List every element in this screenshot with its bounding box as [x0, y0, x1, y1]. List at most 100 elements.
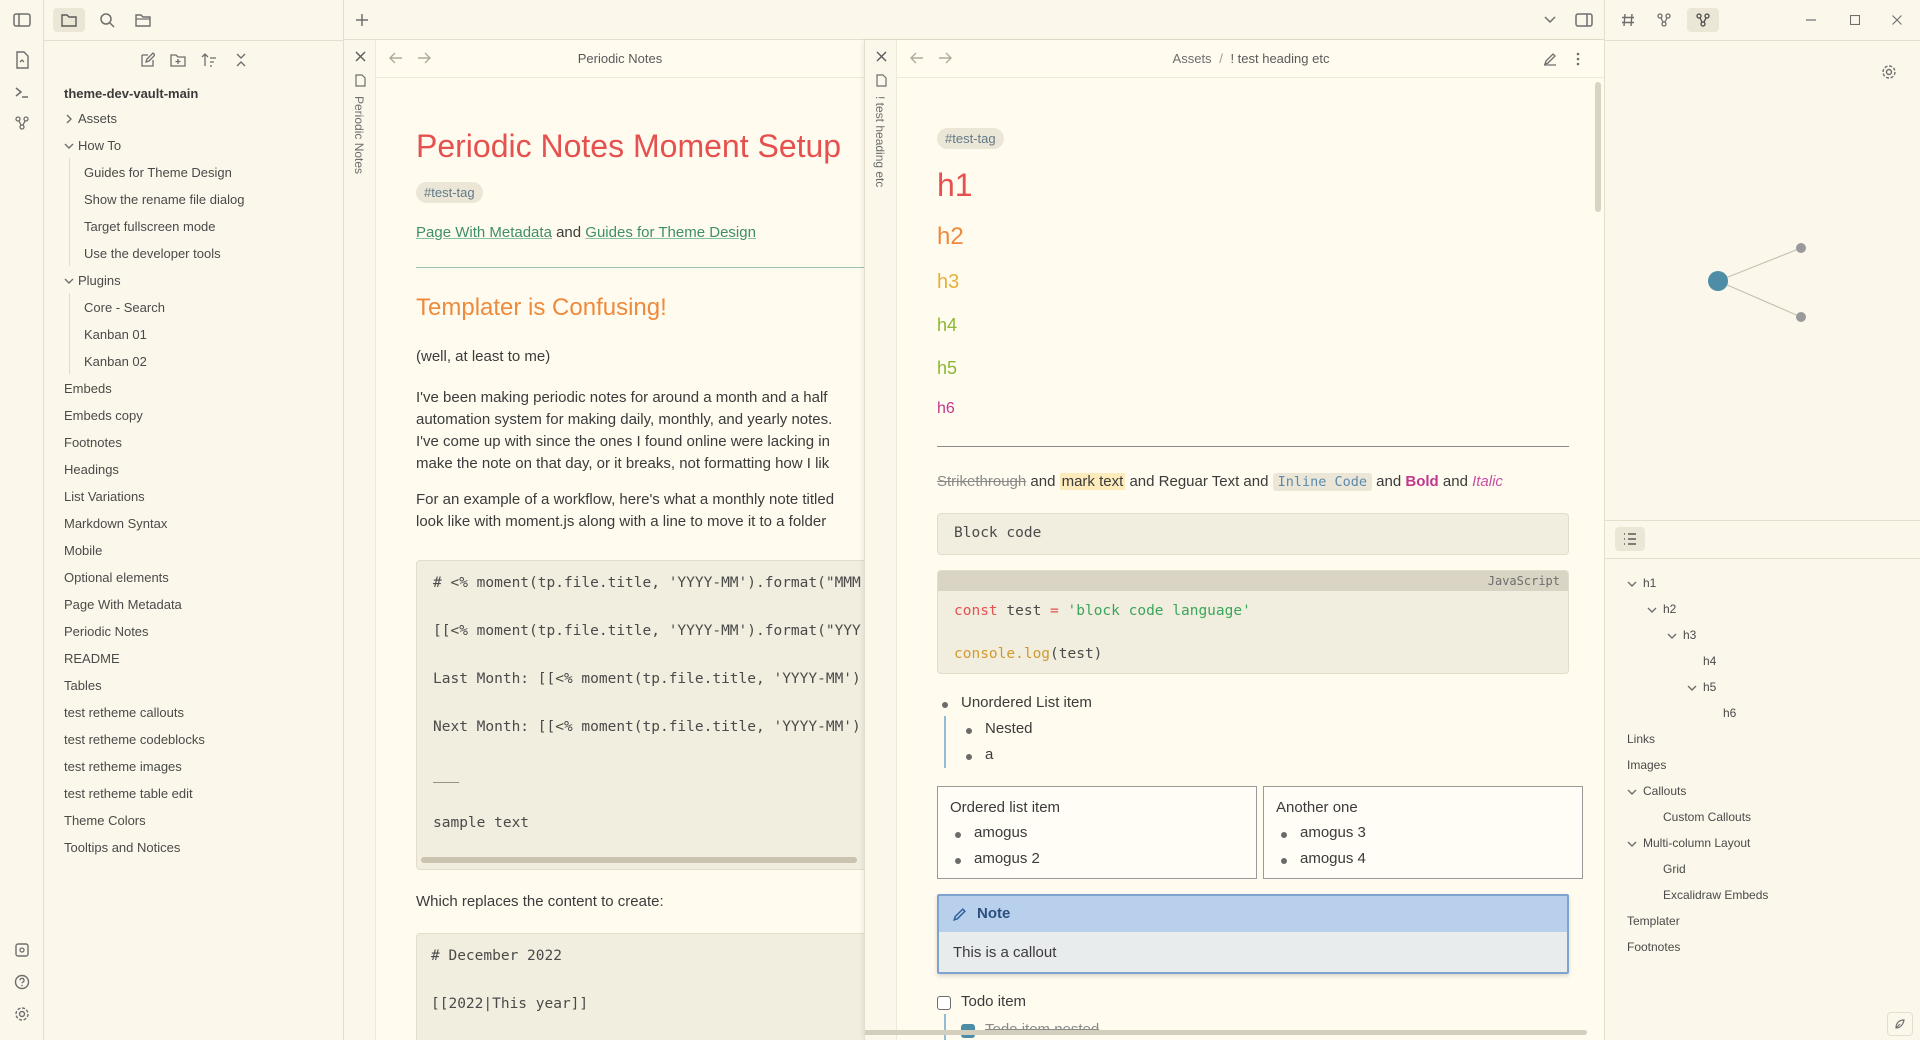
todo-checkbox[interactable] [937, 996, 951, 1010]
tree-file[interactable]: Markdown Syntax [64, 516, 167, 531]
settings-icon[interactable] [11, 1004, 33, 1024]
chevron-down-icon[interactable] [64, 141, 74, 151]
tree-file[interactable]: Page With Metadata [64, 597, 182, 612]
tree-file[interactable]: Headings [64, 462, 119, 477]
tree-file[interactable]: Optional elements [64, 570, 169, 585]
internal-link[interactable]: Guides for Theme Design [585, 224, 756, 241]
outline-item[interactable]: Footnotes [1627, 940, 1680, 954]
more-options-icon[interactable] [1569, 50, 1587, 68]
outline-item[interactable]: h2 [1663, 602, 1676, 616]
chevron-down-icon[interactable] [64, 276, 74, 286]
maximize-window-icon[interactable] [1845, 10, 1865, 30]
tree-file[interactable]: Guides for Theme Design [84, 165, 232, 180]
tree-file[interactable]: Tooltips and Notices [64, 840, 180, 855]
tree-file[interactable]: Mobile [64, 543, 102, 558]
code-block[interactable]: # December 2022 [[2022|This year]] [416, 933, 864, 1040]
collapse-all-icon[interactable] [230, 50, 252, 70]
graph-node[interactable] [1796, 243, 1806, 253]
outline-item[interactable]: Callouts [1643, 784, 1686, 798]
new-folder-icon[interactable] [167, 50, 189, 70]
outline-item[interactable]: h4 [1703, 654, 1716, 668]
open-quick-switcher-icon[interactable] [11, 50, 33, 70]
horizontal-scrollbar[interactable] [865, 1030, 1587, 1035]
stacked-tab-strip[interactable]: ! test heading etc [865, 40, 897, 1040]
code-block[interactable]: Block code [937, 513, 1569, 555]
outline-item[interactable]: Templater [1627, 914, 1680, 928]
chevron-down-icon[interactable] [1647, 605, 1657, 615]
outline-item[interactable]: h1 [1643, 576, 1656, 590]
tags-tab-icon[interactable] [1615, 8, 1641, 32]
tree-file[interactable]: test retheme codeblocks [64, 732, 205, 747]
stacked-tab-strip[interactable]: Periodic Notes [344, 40, 376, 1040]
outline-item[interactable]: Images [1627, 758, 1666, 772]
tree-file[interactable]: Show the rename file dialog [84, 192, 244, 207]
graph-node-current[interactable] [1708, 271, 1728, 291]
tree-file[interactable]: Embeds copy [64, 408, 143, 423]
tree-file[interactable]: Theme Colors [64, 813, 146, 828]
local-graph[interactable] [1605, 40, 1920, 520]
chevron-down-icon[interactable] [1667, 631, 1677, 641]
tree-file[interactable]: test retheme table edit [64, 786, 193, 801]
vault-name[interactable]: theme-dev-vault-main [64, 86, 198, 101]
view-title[interactable]: Periodic Notes [376, 51, 864, 66]
horizontal-scrollbar[interactable] [421, 857, 857, 863]
internal-link[interactable]: Page With Metadata [416, 224, 552, 241]
breadcrumb-parent[interactable]: Assets [1173, 51, 1212, 66]
tab-list-chevron-icon[interactable] [1540, 10, 1560, 30]
search-tab-icon[interactable] [94, 8, 120, 32]
vertical-scrollbar[interactable] [1595, 82, 1601, 212]
tree-folder[interactable]: How To [78, 138, 121, 153]
outline-tab-icon[interactable] [1615, 527, 1645, 551]
code-block-javascript[interactable]: JavaScript const test = 'block code lang… [937, 570, 1569, 674]
close-window-icon[interactable] [1887, 10, 1907, 30]
new-tab-icon[interactable] [352, 10, 372, 30]
chevron-down-icon[interactable] [1627, 787, 1637, 797]
tree-file[interactable]: Target fullscreen mode [84, 219, 216, 234]
tree-file[interactable]: README [64, 651, 120, 666]
outline-item[interactable]: h3 [1683, 628, 1696, 642]
chevron-down-icon[interactable] [1627, 839, 1637, 849]
chevron-right-icon[interactable] [64, 114, 74, 124]
tree-file[interactable]: Use the developer tools [84, 246, 221, 261]
outline-item[interactable]: Grid [1663, 862, 1686, 876]
tag-pill[interactable]: #test-tag [937, 128, 1004, 149]
code-block[interactable]: # <% moment(tp.file.title, 'YYYY-MM').fo… [416, 560, 864, 870]
graph-view-icon[interactable] [11, 113, 33, 133]
bookmarks-tab-icon[interactable] [130, 8, 156, 32]
tree-file[interactable]: Kanban 02 [84, 354, 147, 369]
tree-file[interactable]: Tables [64, 678, 102, 693]
outline-item[interactable]: Excalidraw Embeds [1663, 888, 1768, 902]
tree-folder[interactable]: Plugins [78, 273, 121, 288]
tree-file[interactable]: test retheme images [64, 759, 182, 774]
chevron-down-icon[interactable] [1687, 683, 1697, 693]
sync-status-icon[interactable] [1887, 1012, 1913, 1036]
tree-file[interactable]: Periodic Notes [64, 624, 149, 639]
graph-node[interactable] [1796, 312, 1806, 322]
tag-pill[interactable]: #test-tag [416, 182, 483, 203]
tree-file[interactable]: Embeds [64, 381, 112, 396]
outline-item[interactable]: Links [1627, 732, 1655, 746]
new-note-icon[interactable] [136, 50, 158, 70]
vault-switcher-icon[interactable] [11, 940, 33, 960]
outline-item[interactable]: h5 [1703, 680, 1716, 694]
help-icon[interactable] [11, 972, 33, 992]
right-sidebar-toggle-icon[interactable] [1572, 10, 1596, 30]
edit-pencil-icon[interactable] [1541, 50, 1559, 68]
backlinks-tab-icon[interactable] [1651, 8, 1677, 32]
sort-icon[interactable] [198, 50, 220, 70]
tree-file[interactable]: test retheme callouts [64, 705, 184, 720]
chevron-down-icon[interactable] [1627, 579, 1637, 589]
sidebar-toggle-icon[interactable] [11, 10, 33, 30]
breadcrumb-current[interactable]: ! test heading etc [1230, 51, 1329, 66]
outline-item[interactable]: Multi-column Layout [1643, 836, 1750, 850]
tree-file[interactable]: Footnotes [64, 435, 122, 450]
tree-file[interactable]: List Variations [64, 489, 145, 504]
outline-item[interactable]: h6 [1723, 706, 1736, 720]
close-tab-icon[interactable] [352, 48, 368, 64]
tree-folder[interactable]: Assets [78, 111, 117, 126]
local-graph-tab-icon[interactable] [1687, 8, 1719, 32]
outline-item[interactable]: Custom Callouts [1663, 810, 1751, 824]
close-tab-icon[interactable] [873, 48, 889, 64]
tree-file[interactable]: Kanban 01 [84, 327, 147, 342]
tree-file[interactable]: Core - Search [84, 300, 165, 315]
